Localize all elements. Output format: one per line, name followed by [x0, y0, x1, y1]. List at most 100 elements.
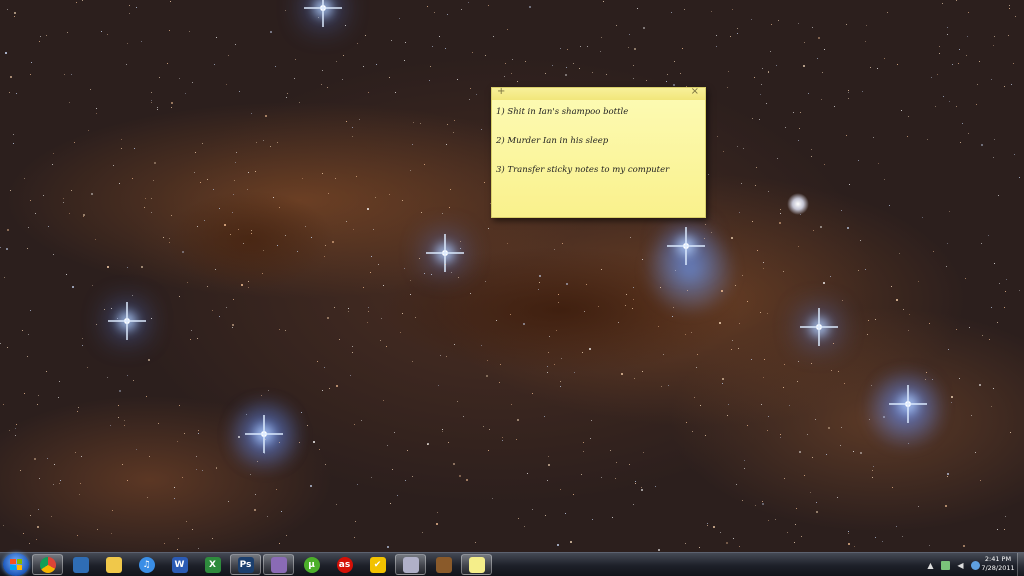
star — [998, 195, 999, 196]
star — [732, 9, 733, 10]
star — [918, 281, 919, 282]
sticky-note[interactable]: + × 1) Shit in Ian's shampoo bottle 2) M… — [491, 86, 706, 218]
star — [766, 103, 767, 104]
add-note-button[interactable]: + — [497, 86, 505, 97]
star — [198, 430, 199, 431]
star — [561, 358, 562, 359]
star — [853, 451, 854, 452]
windows-logo-icon — [10, 559, 22, 570]
star — [67, 32, 68, 33]
sticky-note-body[interactable]: 1) Shit in Ian's shampoo bottle 2) Murde… — [492, 100, 705, 175]
star — [174, 487, 175, 488]
taskbar-utorrent-button[interactable]: µ — [296, 554, 327, 575]
star — [583, 442, 584, 443]
start-button[interactable] — [3, 553, 29, 576]
star — [846, 24, 847, 25]
star — [117, 318, 118, 319]
star — [119, 390, 121, 392]
star — [30, 200, 31, 201]
action-center-icon[interactable] — [971, 560, 980, 570]
star — [111, 308, 112, 309]
star — [113, 165, 114, 166]
sticky-note-header[interactable]: + × — [492, 86, 705, 100]
clock[interactable]: 2:41 PM 7/28/2011 — [980, 555, 1016, 573]
star — [810, 492, 811, 493]
star — [959, 49, 960, 50]
star — [525, 61, 526, 62]
taskbar-excel-button[interactable]: X — [197, 554, 228, 575]
taskbar-folder-button[interactable] — [98, 554, 129, 575]
star — [235, 162, 236, 163]
star — [215, 269, 216, 270]
star — [487, 360, 488, 361]
network-icon[interactable] — [941, 560, 950, 570]
show-desktop-button[interactable] — [1017, 553, 1024, 576]
star — [3, 525, 4, 526]
taskbar-lastfm-button[interactable]: as — [329, 554, 360, 575]
taskbar-word-button[interactable]: W — [164, 554, 195, 575]
star — [317, 361, 318, 362]
star — [548, 464, 550, 466]
star — [981, 243, 982, 244]
star — [53, 484, 54, 485]
taskbar-chrome-button[interactable] — [32, 554, 63, 575]
star — [476, 94, 477, 95]
star — [119, 183, 120, 184]
star — [327, 87, 328, 88]
star — [182, 251, 184, 253]
taskbar-thunderbird-button[interactable] — [65, 554, 96, 575]
star — [170, 1, 171, 2]
star — [704, 238, 705, 239]
star — [47, 458, 48, 459]
star — [870, 67, 871, 68]
taskbar-paint-button[interactable] — [395, 554, 426, 575]
bright-star — [108, 302, 146, 340]
star — [896, 526, 897, 527]
star — [368, 311, 369, 312]
star — [931, 77, 932, 78]
star — [472, 52, 473, 53]
taskbar-library-button[interactable] — [428, 554, 459, 575]
star — [352, 352, 353, 353]
star — [969, 327, 970, 328]
clock-date: 7/28/2011 — [981, 564, 1015, 572]
taskbar-itunes-button[interactable]: ♫ — [131, 554, 162, 575]
star — [112, 510, 113, 511]
bright-star — [426, 234, 464, 272]
star — [716, 35, 717, 36]
star — [353, 229, 354, 230]
star — [658, 549, 660, 551]
star — [751, 359, 752, 360]
volume-icon[interactable]: ◀ — [956, 561, 965, 570]
star — [78, 407, 79, 408]
star — [768, 72, 769, 73]
star — [27, 356, 28, 357]
taskbar-norton-button[interactable]: ✔ — [362, 554, 393, 575]
star — [219, 208, 220, 209]
star — [589, 348, 591, 350]
taskbar-sticky-notes-button[interactable] — [461, 554, 492, 575]
taskbar-photoshop-button[interactable]: Ps — [230, 554, 261, 575]
star — [442, 431, 443, 432]
star — [270, 146, 271, 147]
star — [826, 454, 827, 455]
star — [747, 425, 748, 426]
star — [762, 68, 763, 69]
star — [865, 41, 866, 42]
star — [694, 397, 695, 398]
star — [848, 531, 849, 532]
star — [219, 316, 220, 317]
star — [336, 61, 337, 62]
star — [286, 535, 287, 536]
taskbar-app-button[interactable] — [263, 554, 294, 575]
close-note-button[interactable]: × — [691, 86, 699, 97]
star — [147, 497, 148, 498]
star — [157, 107, 158, 108]
star — [821, 99, 822, 100]
star — [565, 513, 566, 514]
star — [248, 287, 249, 288]
star — [816, 502, 817, 503]
star — [133, 380, 134, 381]
star — [663, 354, 664, 355]
show-hidden-icons-icon[interactable]: ▲ — [926, 561, 935, 570]
